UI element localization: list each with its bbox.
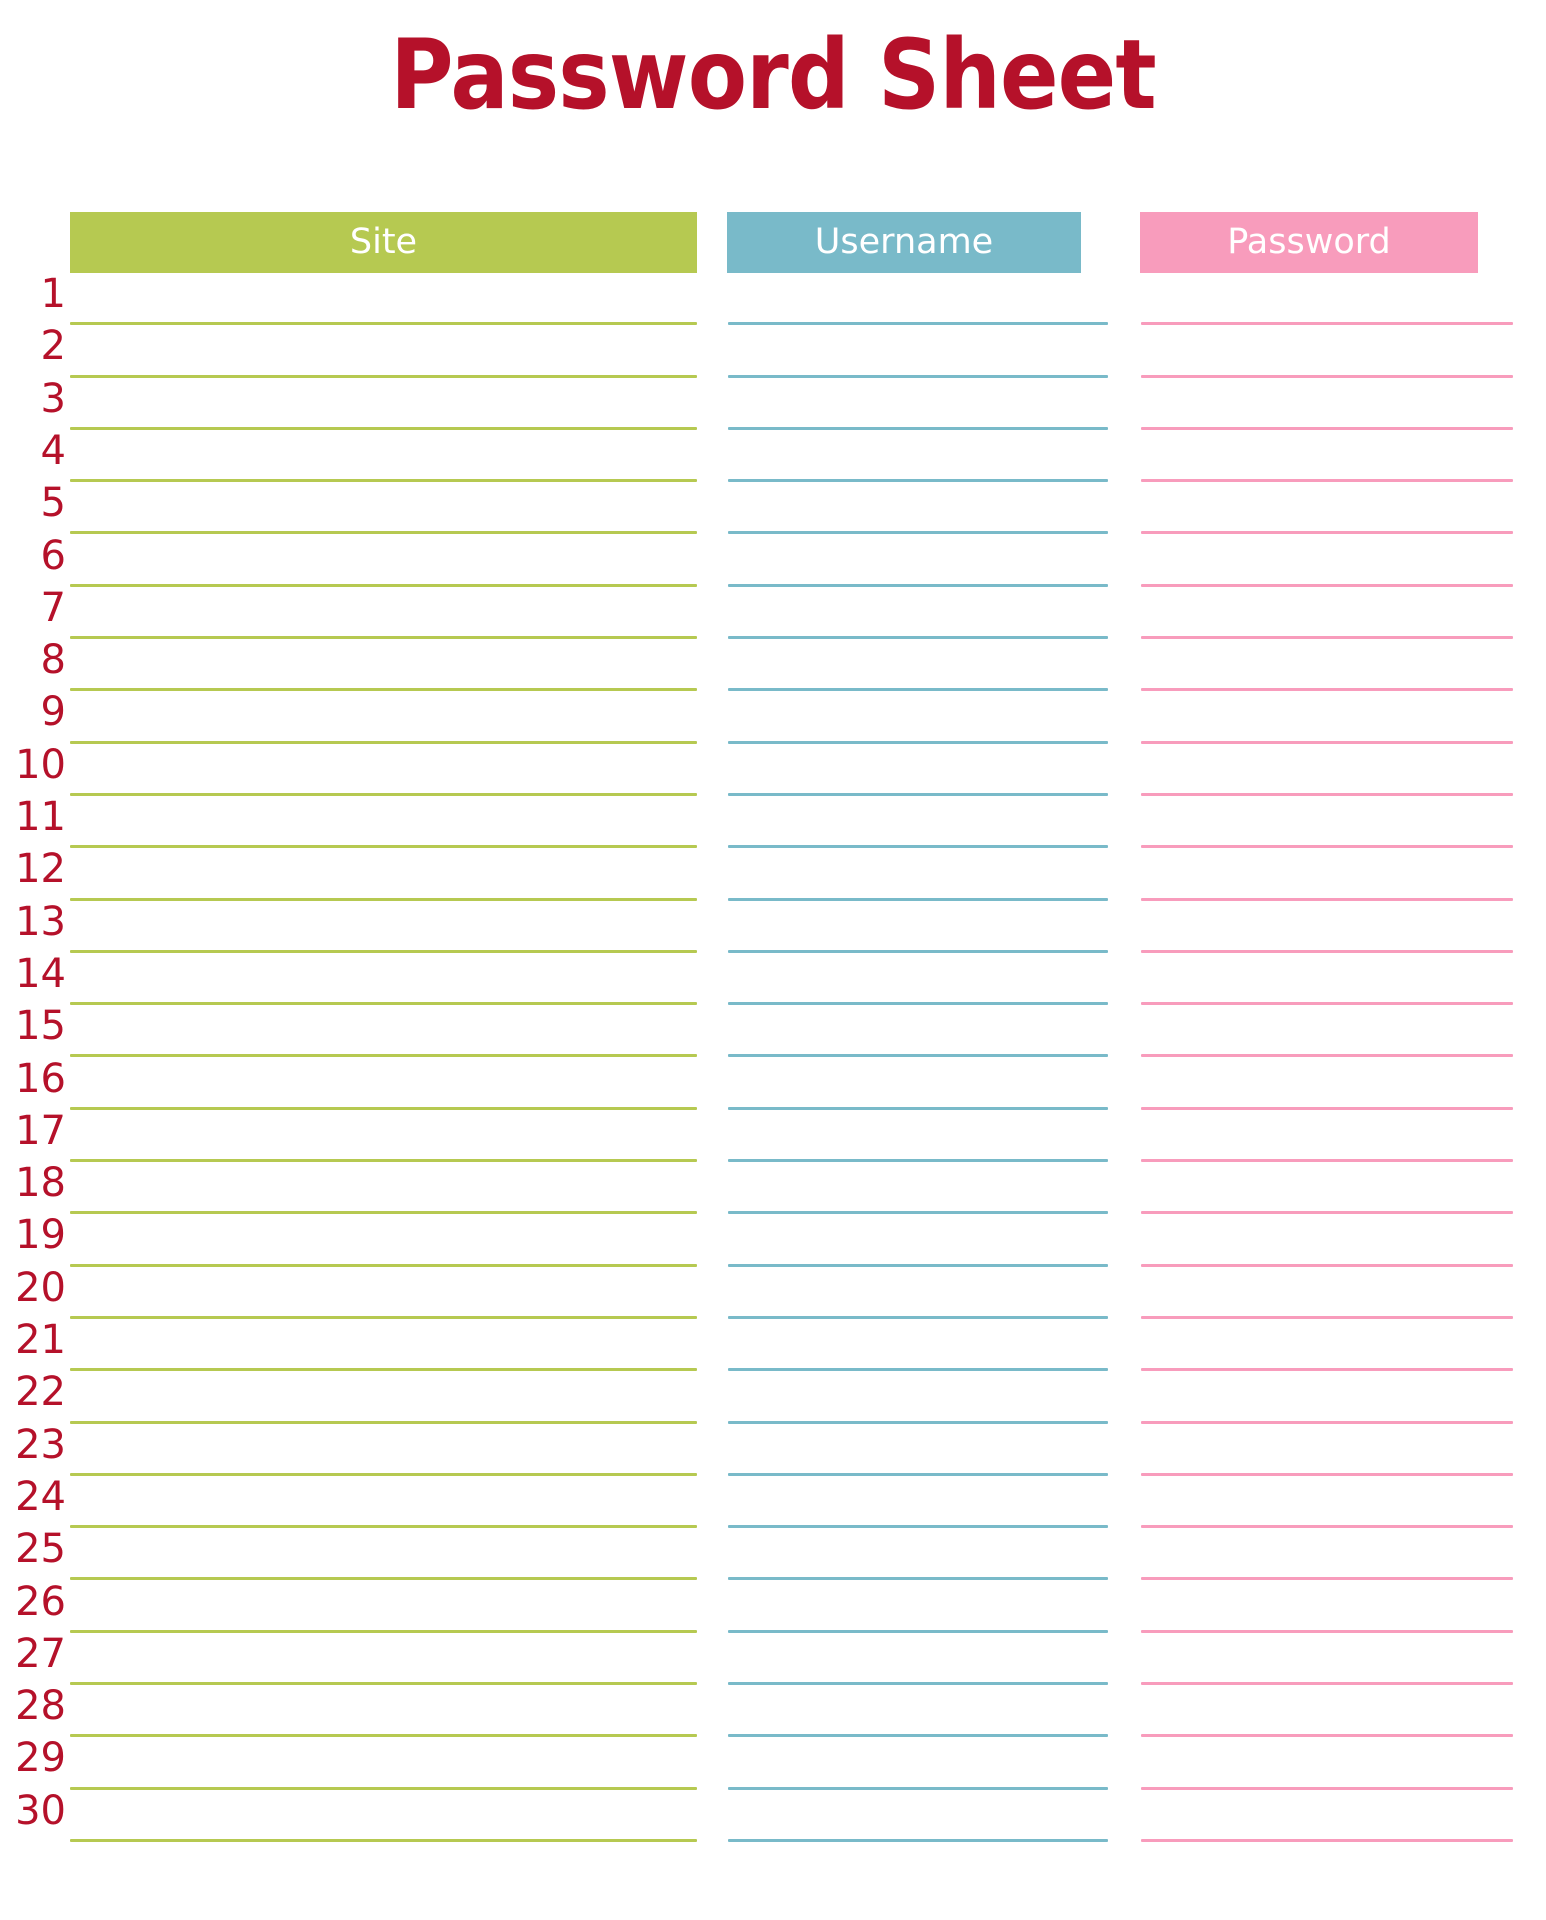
table-header-row: Site Username Password xyxy=(0,212,1546,273)
table-row: 7 xyxy=(0,585,1546,640)
row-number: 8 xyxy=(40,637,66,684)
table-row: 23 xyxy=(0,1422,1546,1476)
site-write-line[interactable] xyxy=(70,1838,697,1842)
username-write-line[interactable] xyxy=(728,1838,1108,1842)
table-row: 29 xyxy=(0,1735,1546,1790)
table-row: 4 xyxy=(0,428,1546,483)
table-row: 20 xyxy=(0,1265,1546,1319)
row-number: 21 xyxy=(15,1317,66,1363)
table-row: 28 xyxy=(0,1683,1546,1738)
row-number: 26 xyxy=(15,1578,66,1625)
row-number: 15 xyxy=(15,1003,66,1050)
column-header-password-label: Password xyxy=(1227,222,1391,262)
row-number: 23 xyxy=(15,1421,66,1468)
row-number: 30 xyxy=(15,1787,66,1834)
row-number: 11 xyxy=(15,794,66,840)
table-row: 16 xyxy=(0,1056,1546,1110)
row-number: 18 xyxy=(15,1160,66,1207)
table-row: 13 xyxy=(0,899,1546,953)
row-number: 17 xyxy=(15,1107,66,1154)
table-body: 1 2 3 4 5 6 7 8 9 10 11 12 13 14 15 16 17 18 19 20 21 22 23 24 2… xyxy=(0,271,1546,1893)
row-number: 27 xyxy=(15,1630,66,1677)
table-row: 25 xyxy=(0,1526,1546,1581)
row-number: 9 xyxy=(40,689,66,736)
table-row: 26 xyxy=(0,1579,1546,1633)
column-header-username: Username xyxy=(727,212,1081,273)
table-row: 21 xyxy=(0,1317,1546,1372)
table-row: 3 xyxy=(0,376,1546,430)
table-row: 18 xyxy=(0,1160,1546,1215)
column-header-site: Site xyxy=(70,212,697,273)
page-title: Password Sheet xyxy=(390,19,1156,131)
table-row: 6 xyxy=(0,533,1546,587)
row-number: 4 xyxy=(40,427,66,474)
row-number: 1 xyxy=(40,271,66,317)
table-row: 30 xyxy=(0,1788,1546,1842)
row-number: 10 xyxy=(15,741,66,788)
row-number: 3 xyxy=(40,375,66,422)
column-header-username-label: Username xyxy=(814,222,994,262)
table-row: 22 xyxy=(0,1369,1546,1424)
row-number: 24 xyxy=(15,1473,66,1520)
row-number: 2 xyxy=(40,323,66,370)
row-number: 12 xyxy=(15,846,66,893)
table-row: 8 xyxy=(0,637,1546,692)
row-number: 28 xyxy=(15,1683,66,1730)
row-number: 20 xyxy=(15,1264,66,1311)
row-number: 13 xyxy=(15,898,66,945)
table-row: 12 xyxy=(0,846,1546,901)
row-number: 22 xyxy=(15,1369,66,1416)
row-number: 16 xyxy=(15,1055,66,1102)
table-row: 11 xyxy=(0,794,1546,849)
row-number: 25 xyxy=(15,1526,66,1573)
row-number: 7 xyxy=(40,584,66,631)
table-row: 2 xyxy=(0,323,1546,378)
table-row: 24 xyxy=(0,1474,1546,1529)
table-row: 1 xyxy=(0,271,1546,326)
row-number: 29 xyxy=(15,1735,66,1782)
row-number: 6 xyxy=(40,532,66,579)
password-sheet-page: Password Sheet Site Username Password 12… xyxy=(0,0,1546,1920)
password-write-line[interactable] xyxy=(1141,1838,1513,1842)
table-row: 9 xyxy=(0,689,1546,744)
table-row: 15 xyxy=(0,1003,1546,1058)
column-header-site-label: Site xyxy=(349,222,418,262)
table-row: 27 xyxy=(0,1631,1546,1686)
row-number: 14 xyxy=(15,950,66,997)
row-number: 5 xyxy=(40,480,66,527)
column-header-password: Password xyxy=(1140,212,1478,273)
table-row: 14 xyxy=(0,951,1546,1006)
row-number: 19 xyxy=(15,1212,66,1259)
table-row: 19 xyxy=(0,1212,1546,1267)
table-row: 17 xyxy=(0,1108,1546,1163)
table-row: 5 xyxy=(0,480,1546,535)
table-row: 10 xyxy=(0,742,1546,796)
